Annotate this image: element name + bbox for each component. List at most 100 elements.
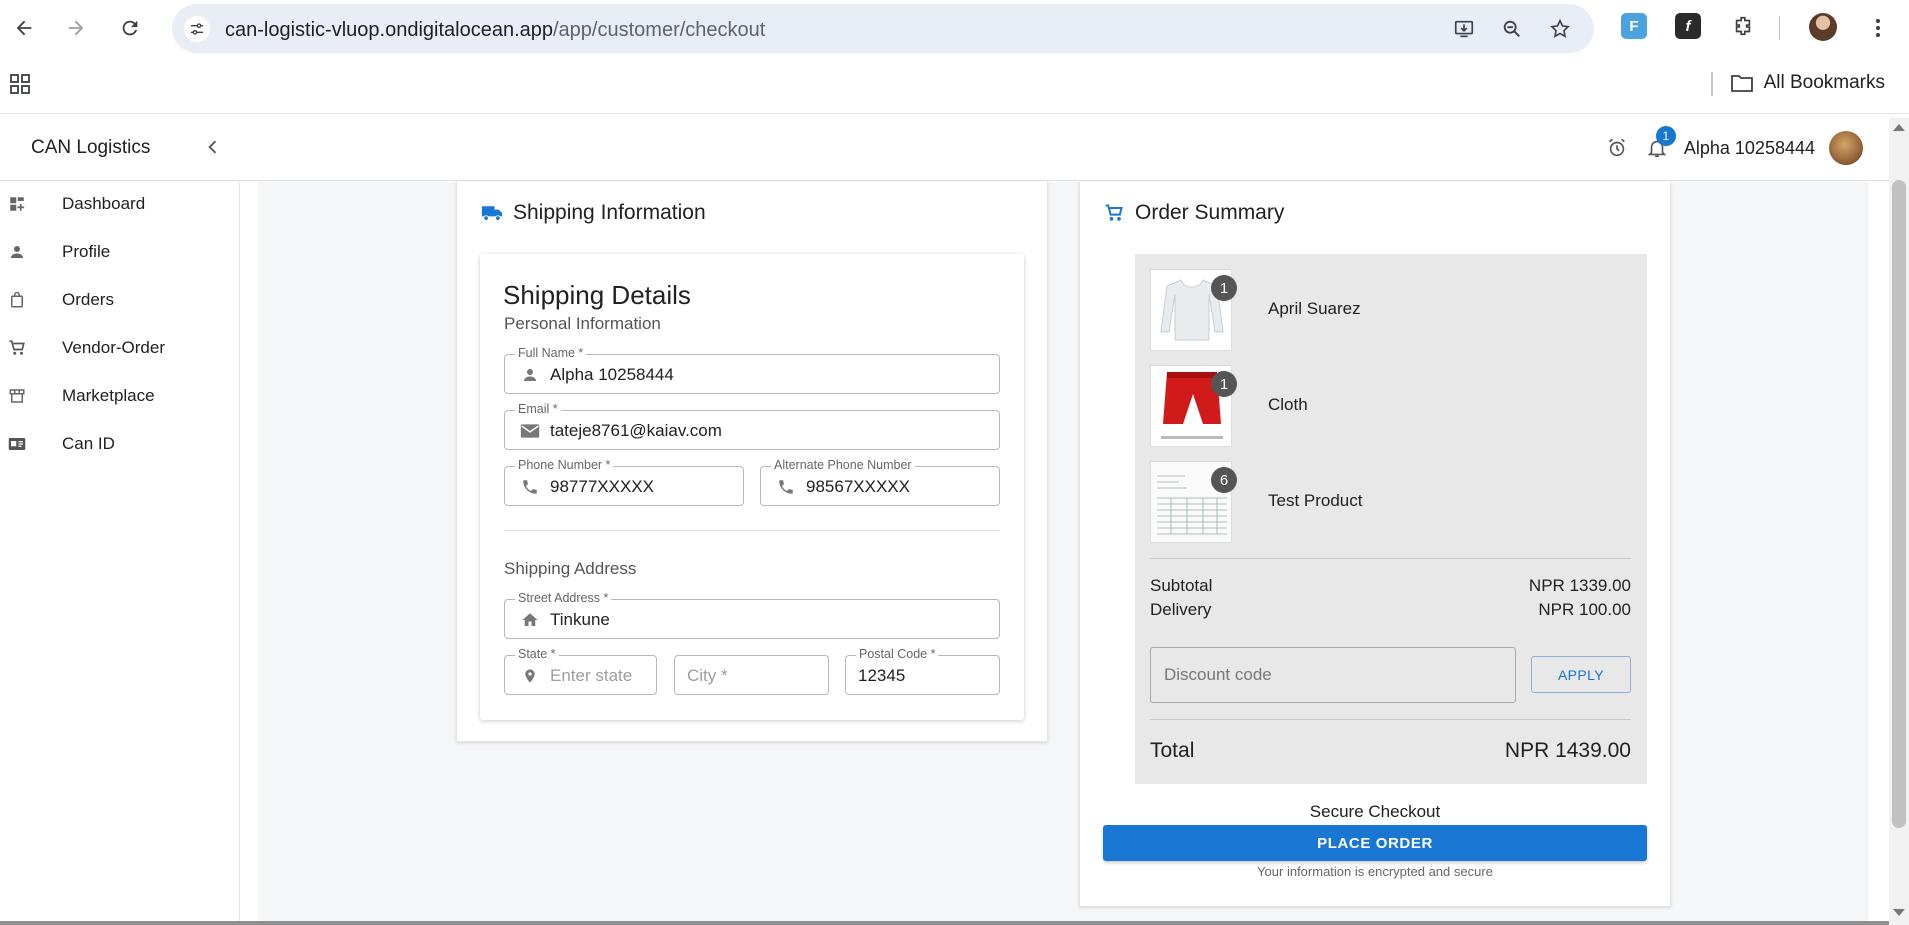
full-name-label: Full Name *	[515, 346, 587, 360]
scroll-down-icon[interactable]	[1893, 909, 1905, 916]
street-address-label: Street Address *	[515, 591, 612, 605]
delivery-label: Delivery	[1150, 600, 1212, 619]
all-bookmarks-label: All Bookmarks	[1763, 72, 1885, 93]
sidebar-item-orders[interactable]: Orders	[0, 280, 240, 320]
alarm-icon[interactable]	[1604, 135, 1630, 161]
cart-icon	[8, 339, 26, 357]
personal-info-heading: Personal Information	[504, 314, 661, 333]
user-name[interactable]: Alpha 10258444	[1684, 138, 1815, 159]
bookmarks-bar: All Bookmarks	[0, 60, 1909, 108]
id-card-icon	[8, 435, 26, 453]
item-name: April Suarez	[1268, 299, 1361, 318]
extensions-puzzle-icon[interactable]	[1730, 13, 1756, 39]
forward-icon[interactable]	[60, 12, 92, 44]
back-icon[interactable]	[8, 12, 40, 44]
site-settings-icon[interactable]	[184, 16, 210, 42]
toolbar-separator	[1779, 16, 1780, 40]
cart-icon	[1105, 204, 1123, 221]
shipping-address-heading: Shipping Address	[504, 559, 637, 578]
full-name-field[interactable]: Full Name * Alpha 10258444	[504, 346, 1000, 394]
shipping-card-title: Shipping Information	[481, 201, 706, 225]
brand-title: CAN Logistics	[31, 137, 151, 158]
encrypted-note: Your information is encrypted and secure	[1257, 864, 1493, 879]
place-order-button[interactable]: PLACE ORDER	[1103, 825, 1647, 861]
mail-icon	[520, 421, 540, 441]
street-address-value: Tinkune	[550, 610, 610, 629]
truck-icon	[481, 206, 503, 221]
sidebar: Dashboard Profile Orders Vendor-Order Ma…	[0, 182, 240, 925]
page-scrollbar[interactable]	[1889, 118, 1909, 925]
postal-code-field[interactable]: Postal Code * 12345	[845, 647, 1000, 695]
quantity-badge: 6	[1211, 467, 1237, 493]
sidebar-item-dashboard[interactable]: Dashboard	[0, 184, 240, 224]
phone-label: Phone Number *	[515, 458, 614, 472]
horizontal-scrollbar[interactable]	[0, 921, 1889, 925]
total-value: NPR 1439.00	[1504, 739, 1631, 762]
postal-code-value: 12345	[858, 666, 906, 685]
phone-icon	[776, 477, 796, 497]
url-text: can-logistic-vluop.ondigitalocean.app/ap…	[225, 19, 766, 41]
sidebar-item-vendor-order[interactable]: Vendor-Order	[0, 328, 240, 368]
collapse-sidebar-icon[interactable]	[203, 137, 223, 157]
store-icon	[8, 387, 26, 405]
full-name-value: Alpha 10258444	[550, 365, 674, 384]
city-placeholder: City *	[687, 666, 728, 685]
total-label: Total	[1150, 739, 1195, 762]
extension-f-icon[interactable]: F	[1621, 13, 1647, 39]
subtotal-value: NPR 1339.00	[1528, 576, 1631, 595]
person-icon	[520, 365, 540, 385]
alternate-phone-label: Alternate Phone Number	[771, 458, 915, 472]
total-divider	[1150, 719, 1631, 720]
state-placeholder: Enter state	[550, 666, 633, 685]
profile-avatar[interactable]	[1809, 13, 1837, 41]
summary-divider	[1150, 558, 1631, 559]
apply-discount-button[interactable]: APPLY	[1531, 656, 1631, 693]
bookmarks-separator	[1711, 72, 1713, 96]
state-field[interactable]: State * Enter state	[504, 647, 657, 695]
alternate-phone-value: 98567XXXXX	[806, 477, 910, 496]
subtotal-label: Subtotal	[1150, 576, 1213, 595]
discount-code-input[interactable]: Discount code	[1150, 647, 1516, 703]
all-bookmarks-button[interactable]: All Bookmarks	[1730, 72, 1885, 94]
phone-icon	[520, 477, 540, 497]
email-field[interactable]: Email * tateje8761@kaiav.com	[504, 402, 1000, 450]
alternate-phone-field[interactable]: Alternate Phone Number 98567XXXXX	[760, 458, 1000, 506]
zoom-icon[interactable]	[1500, 17, 1524, 41]
street-address-field[interactable]: Street Address * Tinkune	[504, 591, 1000, 639]
city-field[interactable]: City *	[674, 655, 829, 695]
app-header: CAN Logistics 1 Alpha 10258444	[0, 115, 1909, 181]
postal-code-label: Postal Code *	[856, 647, 939, 661]
bookmark-star-icon[interactable]	[1548, 17, 1572, 41]
reload-icon[interactable]	[114, 12, 146, 44]
secure-checkout-label: Secure Checkout	[1309, 802, 1441, 821]
address-bar[interactable]: can-logistic-vluop.ondigitalocean.app/ap…	[172, 4, 1594, 53]
menu-kebab-icon[interactable]	[1862, 12, 1894, 44]
item-name: Test Product	[1268, 491, 1363, 510]
sidebar-item-label: Profile	[62, 242, 111, 261]
folder-icon	[1730, 75, 1753, 92]
discount-placeholder: Discount code	[1164, 665, 1272, 684]
form-divider	[504, 530, 1000, 531]
sidebar-item-label: Orders	[62, 290, 114, 309]
notifications-bell-icon[interactable]: 1	[1644, 126, 1676, 161]
phone-field[interactable]: Phone Number * 98777XXXXX	[504, 458, 744, 506]
sidebar-item-can-id[interactable]: Can ID	[0, 424, 240, 464]
home-icon	[520, 610, 540, 630]
apps-grid-icon[interactable]	[8, 72, 32, 101]
install-app-icon[interactable]	[1452, 17, 1476, 41]
location-pin-icon	[520, 666, 540, 686]
user-avatar[interactable]	[1829, 131, 1863, 165]
scroll-up-icon[interactable]	[1893, 124, 1905, 131]
sidebar-item-marketplace[interactable]: Marketplace	[0, 376, 240, 416]
item-name: Cloth	[1268, 395, 1308, 414]
delivery-row: Delivery NPR 100.00	[1150, 600, 1631, 620]
shopping-bag-icon	[8, 291, 26, 309]
email-value: tateje8761@kaiav.com	[550, 421, 722, 440]
quantity-badge: 1	[1211, 371, 1237, 397]
extension-formula-icon[interactable]: f	[1675, 13, 1701, 39]
sidebar-item-profile[interactable]: Profile	[0, 232, 240, 272]
scrollbar-thumb[interactable]	[1892, 180, 1906, 828]
subtotal-row: Subtotal NPR 1339.00	[1150, 576, 1631, 596]
quantity-badge: 1	[1211, 275, 1237, 301]
notifications-badge: 1	[1655, 126, 1676, 146]
